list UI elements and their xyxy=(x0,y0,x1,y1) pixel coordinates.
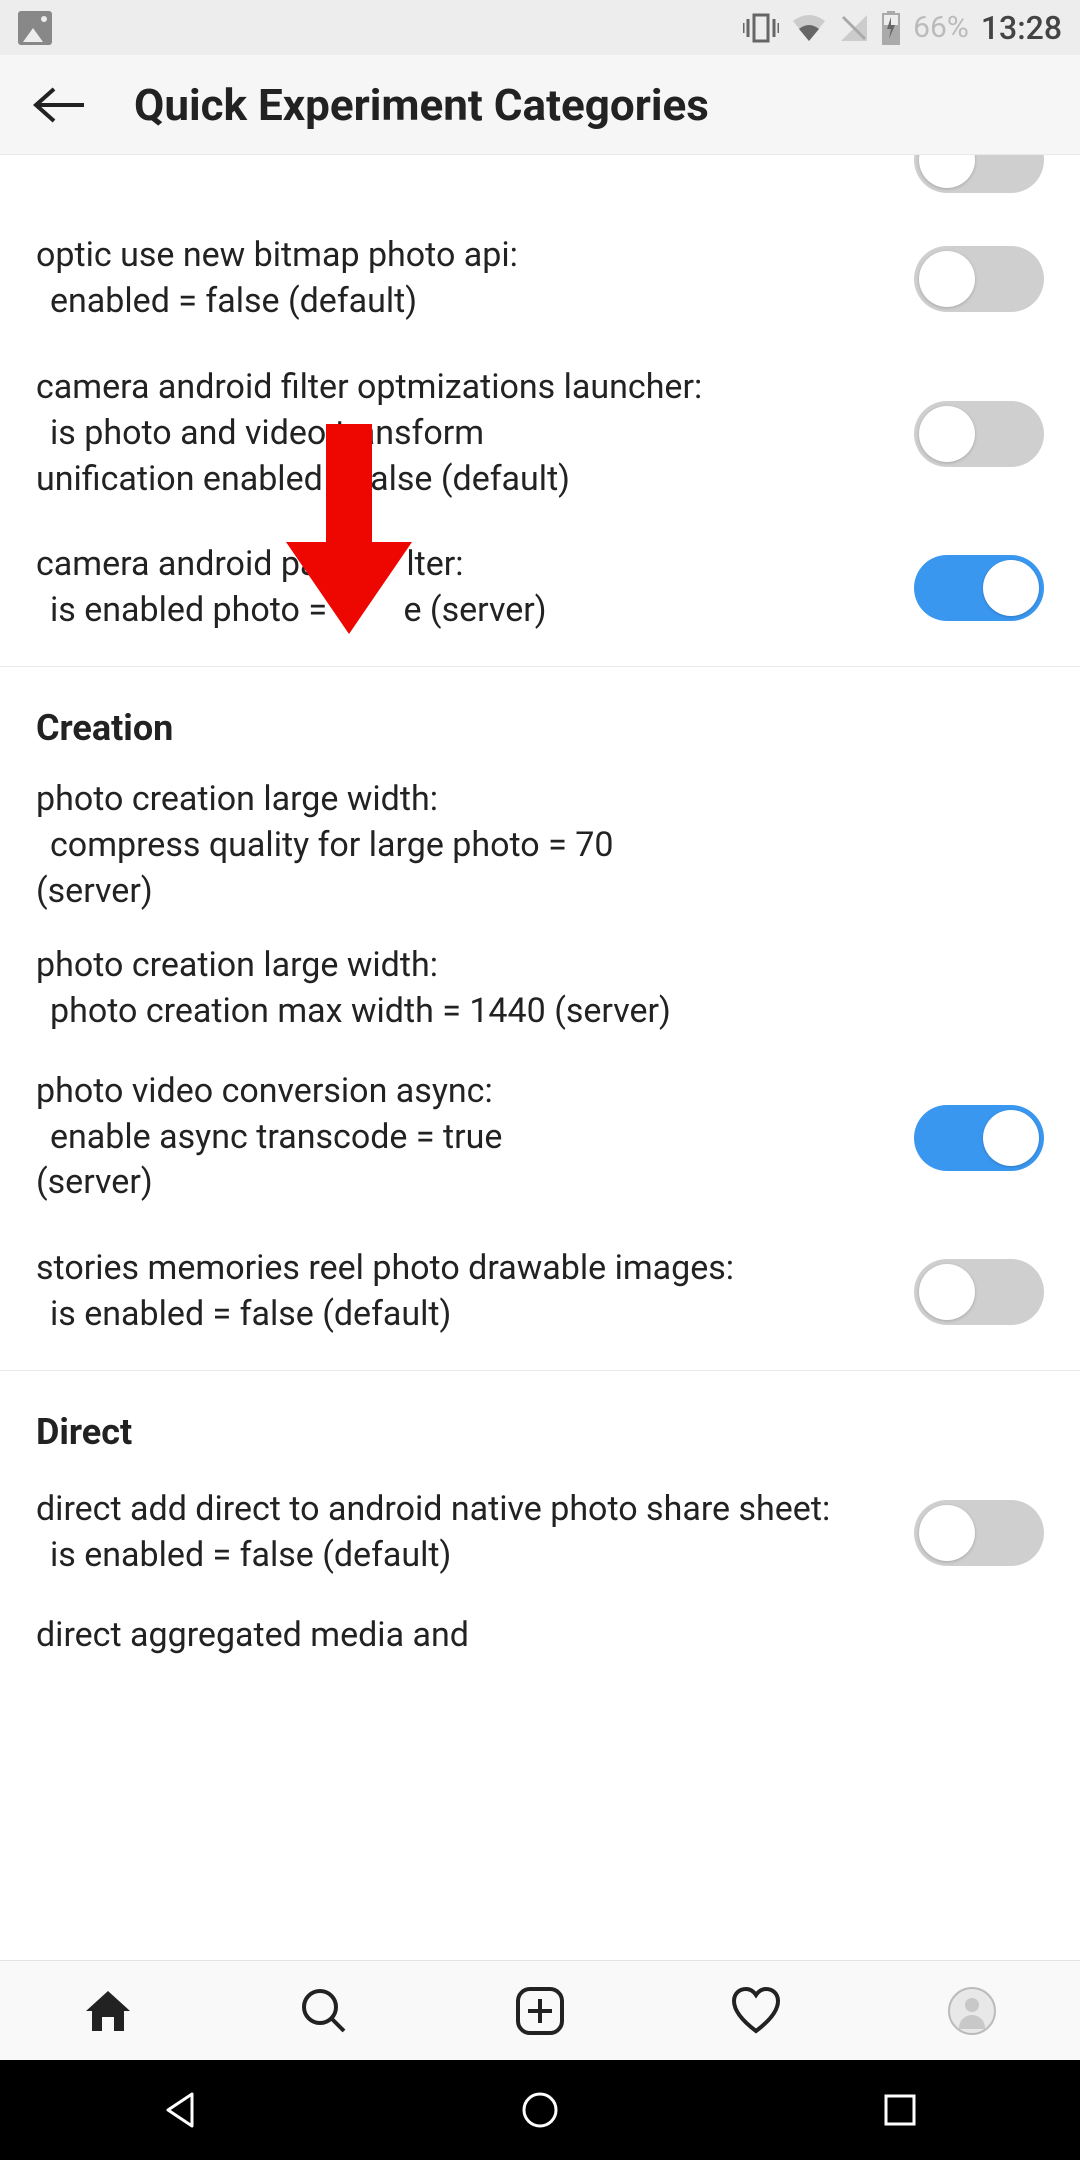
circle-home-icon xyxy=(520,2090,560,2130)
setting-row[interactable]: photo creation large width: photo creati… xyxy=(0,929,1080,1049)
toggle-knob xyxy=(919,1505,975,1561)
toggle-knob xyxy=(919,155,975,188)
section-header-creation: Creation xyxy=(0,679,1080,763)
setting-label: photo creation large width: compress qua… xyxy=(36,777,1044,915)
system-nav xyxy=(0,2060,1080,2160)
setting-row[interactable]: photo creation large width: compress qua… xyxy=(0,763,1080,929)
setting-label: camera android par lter: is enabled phot… xyxy=(36,542,894,634)
heart-icon xyxy=(730,1985,782,2037)
square-recent-icon xyxy=(880,2090,920,2130)
nav-activity[interactable] xyxy=(726,1981,786,2041)
status-bar: 66% 13:28 xyxy=(0,0,1080,55)
app-header: Quick Experiment Categories xyxy=(0,55,1080,155)
toggle-knob xyxy=(919,406,975,462)
nav-search[interactable] xyxy=(294,1981,354,2041)
annotation-arrow-down xyxy=(286,424,412,634)
toggle-knob xyxy=(919,1264,975,1320)
avatar-icon xyxy=(948,1987,996,2035)
sys-nav-back[interactable] xyxy=(150,2080,210,2140)
setting-label: photo creation large width: photo creati… xyxy=(36,943,1044,1035)
setting-row[interactable]: photo video conversion async: enable asy… xyxy=(0,1049,1080,1227)
section-separator xyxy=(0,666,1080,667)
setting-row-partial[interactable]: direct aggregated media and xyxy=(0,1599,1080,1659)
toggle-switch[interactable] xyxy=(914,1259,1044,1325)
add-post-icon xyxy=(514,1985,566,2037)
setting-label: direct aggregated media and xyxy=(36,1613,1044,1659)
sys-nav-home[interactable] xyxy=(510,2080,570,2140)
content-area[interactable]: placeholder hidden text that pushes heig… xyxy=(0,155,1080,2061)
battery-charging-icon xyxy=(881,11,901,45)
back-button[interactable] xyxy=(24,70,94,140)
picture-icon xyxy=(18,11,52,45)
home-icon xyxy=(82,1985,134,2037)
toggle-switch[interactable] xyxy=(914,155,1044,193)
arrow-left-icon xyxy=(32,85,86,125)
nav-home[interactable] xyxy=(78,1981,138,2041)
section-separator xyxy=(0,1370,1080,1371)
setting-row[interactable]: direct add direct to android native phot… xyxy=(0,1467,1080,1599)
setting-row[interactable]: stories memories reel photo drawable ima… xyxy=(0,1226,1080,1358)
bottom-nav xyxy=(0,1960,1080,2060)
status-right: 66% 13:28 xyxy=(743,9,1062,47)
setting-label: optic use new bitmap photo api: enabled … xyxy=(36,233,894,325)
setting-label: camera android filter optmizations launc… xyxy=(36,365,894,503)
toggle-knob xyxy=(983,560,1039,616)
setting-label: photo video conversion async: enable asy… xyxy=(36,1069,894,1207)
toggle-switch[interactable] xyxy=(914,1105,1044,1171)
nav-add[interactable] xyxy=(510,1981,570,2041)
status-time: 13:28 xyxy=(981,9,1062,47)
toggle-switch[interactable] xyxy=(914,401,1044,467)
toggle-knob xyxy=(919,251,975,307)
page-title: Quick Experiment Categories xyxy=(134,79,709,131)
toggle-switch[interactable] xyxy=(914,1500,1044,1566)
search-icon xyxy=(298,1985,350,2037)
setting-row-clipped[interactable]: placeholder hidden text that pushes heig… xyxy=(0,155,1080,213)
toggle-switch[interactable] xyxy=(914,246,1044,312)
setting-row[interactable]: camera android filter optmizations launc… xyxy=(0,345,1080,523)
arrow-down-icon xyxy=(286,424,412,634)
status-left xyxy=(18,11,52,45)
sys-nav-recent[interactable] xyxy=(870,2080,930,2140)
setting-row[interactable]: camera android par lter: is enabled phot… xyxy=(0,522,1080,654)
triangle-back-icon xyxy=(160,2090,200,2130)
nav-profile[interactable] xyxy=(942,1981,1002,2041)
setting-label: placeholder hidden text that pushes heig… xyxy=(36,155,894,192)
signal-icon xyxy=(839,13,869,43)
setting-label: direct add direct to android native phot… xyxy=(36,1487,894,1579)
wifi-icon xyxy=(791,13,827,43)
toggle-switch[interactable] xyxy=(914,555,1044,621)
setting-label: stories memories reel photo drawable ima… xyxy=(36,1246,894,1338)
setting-row[interactable]: optic use new bitmap photo api: enabled … xyxy=(0,213,1080,345)
vibrate-icon xyxy=(743,13,779,43)
toggle-knob xyxy=(983,1110,1039,1166)
section-header-direct: Direct xyxy=(0,1383,1080,1467)
battery-percentage: 66% xyxy=(913,10,969,45)
